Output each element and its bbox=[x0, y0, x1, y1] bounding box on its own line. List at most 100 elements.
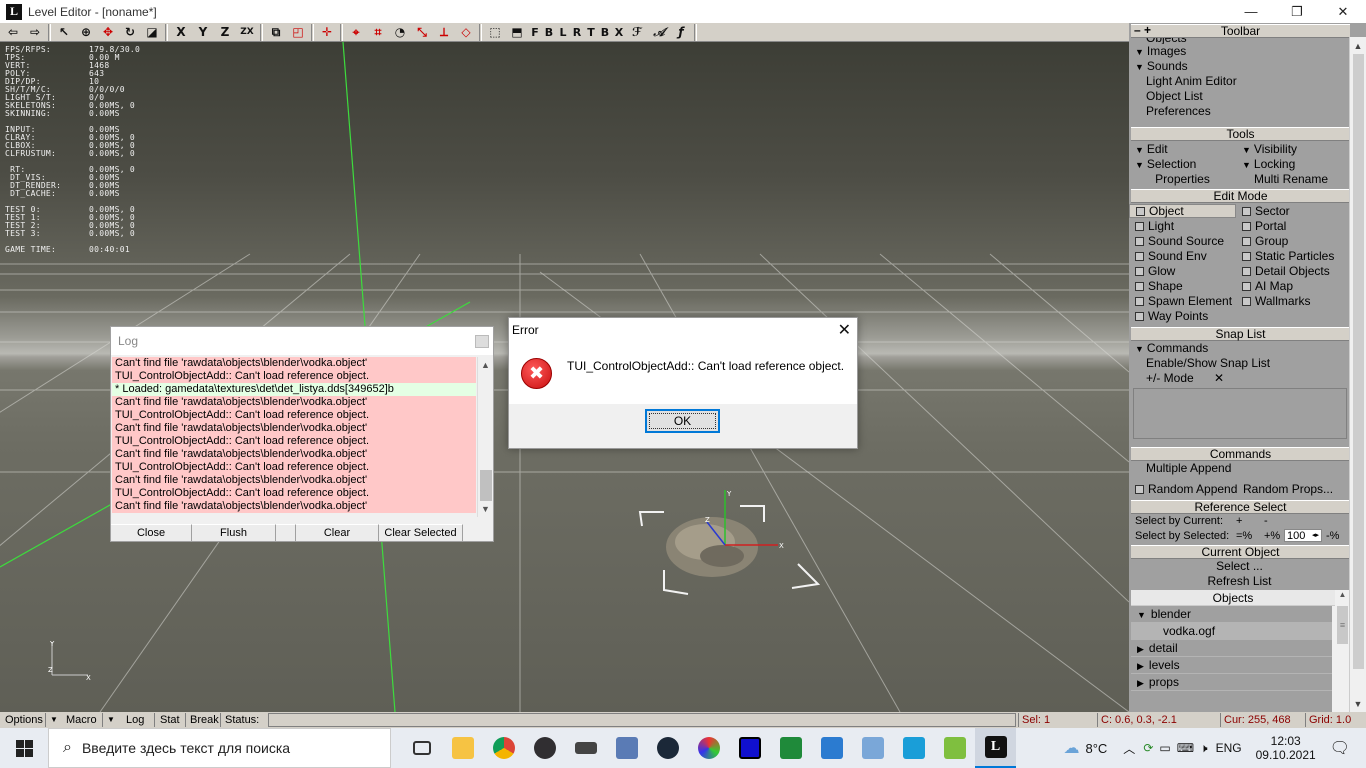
multiple-append-button[interactable]: Multiple Append bbox=[1129, 461, 1366, 476]
axis-x-button[interactable]: X bbox=[170, 24, 192, 41]
tree-node-detail[interactable]: ▶ detail bbox=[1131, 640, 1332, 657]
add-object-icon[interactable]: ⊕ bbox=[75, 24, 97, 41]
snap-normal-icon[interactable]: ⟂ bbox=[433, 24, 455, 41]
log-entry[interactable]: Can't find file 'rawdata\objects\blender… bbox=[112, 396, 476, 409]
log-entry[interactable]: Can't find file 'rawdata\objects\blender… bbox=[112, 357, 476, 370]
error-titlebar[interactable]: Error ✕ bbox=[509, 318, 857, 342]
options-dropdown-icon[interactable]: ▼ bbox=[47, 713, 61, 727]
level-editor-task-icon[interactable]: L bbox=[975, 728, 1016, 768]
magnifier-icon[interactable] bbox=[852, 728, 893, 768]
blue-app-icon[interactable] bbox=[729, 728, 770, 768]
scale-icon[interactable]: ◪ bbox=[141, 24, 163, 41]
log-close-button[interactable]: Close bbox=[111, 524, 192, 541]
objects-scrollbar[interactable]: ▲ ≡ bbox=[1335, 590, 1350, 712]
checkbox[interactable] bbox=[1242, 252, 1251, 261]
snap-enable-show[interactable]: Enable/Show Snap List bbox=[1129, 356, 1366, 371]
taskbar-search[interactable]: ⌕ Введите здесь текст для поиска bbox=[48, 728, 391, 768]
tree-node-props[interactable]: ▶ props bbox=[1131, 674, 1332, 691]
notification-icon[interactable]: 🗨 bbox=[1330, 738, 1350, 758]
commands-section-header[interactable]: Commands▼ bbox=[1131, 447, 1364, 461]
editmode-glow[interactable]: Glow bbox=[1129, 264, 1236, 279]
editmode-sector[interactable]: Sector bbox=[1236, 204, 1346, 219]
editmode-static-particles[interactable]: Static Particles bbox=[1236, 249, 1346, 264]
view-front-button[interactable]: F bbox=[528, 24, 542, 41]
toolbar-section-header[interactable]: – + Toolbar bbox=[1131, 23, 1350, 38]
break-button[interactable]: Break bbox=[187, 713, 221, 727]
refselect-section-header[interactable]: Reference Select▼ bbox=[1131, 500, 1364, 514]
render-wire-icon[interactable]: 𝒜 bbox=[648, 24, 670, 41]
select-minus-pct[interactable]: -% bbox=[1326, 529, 1339, 544]
error-close-icon[interactable]: ✕ bbox=[838, 320, 851, 340]
log-entry[interactable]: TUI_ControlObjectAdd:: Can't load refere… bbox=[112, 409, 476, 422]
steam-icon[interactable] bbox=[647, 728, 688, 768]
log-entry[interactable]: Can't find file 'rawdata\objects\blender… bbox=[112, 474, 476, 487]
toolbar-item-sounds[interactable]: ▼ Sounds bbox=[1129, 59, 1348, 74]
minimize-button[interactable]: — bbox=[1228, 0, 1274, 23]
close-window-button[interactable]: ✕ bbox=[1320, 0, 1366, 23]
snap-mode-button[interactable]: +/- Mode bbox=[1129, 371, 1214, 386]
undo-arrow-icon[interactable]: ⇦ bbox=[2, 24, 24, 41]
tray-chevron-icon[interactable]: ︿ bbox=[1123, 740, 1135, 757]
select-current-plus[interactable]: + bbox=[1236, 514, 1264, 529]
view-bottom-button[interactable]: B bbox=[598, 24, 612, 41]
checkbox[interactable] bbox=[1135, 282, 1144, 291]
scroll-up-icon[interactable]: ▲ bbox=[478, 357, 493, 373]
log-flush-button[interactable]: Flush bbox=[192, 524, 276, 541]
zoom-extents-icon[interactable]: ⬚ bbox=[484, 24, 506, 41]
log-entry[interactable]: Can't find file 'rawdata\objects\blender… bbox=[112, 448, 476, 461]
editmode-portal[interactable]: Portal bbox=[1236, 219, 1346, 234]
stepper-icon[interactable]: ◂▸ bbox=[1312, 530, 1319, 542]
toolbar-item-images[interactable]: ▼ Images bbox=[1129, 44, 1348, 59]
ok-button[interactable]: OK bbox=[645, 409, 720, 433]
nonuniform-scale-icon[interactable]: ◰ bbox=[287, 24, 309, 41]
csys-icon[interactable]: ⧉ bbox=[265, 24, 287, 41]
select-object-button[interactable]: Select ... bbox=[1129, 559, 1350, 574]
weather-cloud-icon[interactable]: ☁ bbox=[1063, 738, 1079, 758]
log-entry[interactable]: Can't find file 'rawdata\objects\blender… bbox=[112, 422, 476, 435]
tools-selection[interactable]: ▼ Selection bbox=[1129, 157, 1236, 172]
volume-icon[interactable]: 🕨 bbox=[1200, 741, 1208, 756]
language-indicator[interactable]: ENG bbox=[1216, 741, 1242, 755]
checkbox[interactable] bbox=[1135, 312, 1144, 321]
restore-button[interactable]: ❐ bbox=[1274, 0, 1320, 23]
editmode-ai-map[interactable]: AI Map bbox=[1236, 279, 1346, 294]
clock[interactable]: 12:03 09.10.2021 bbox=[1256, 734, 1316, 762]
checkbox[interactable] bbox=[1242, 237, 1251, 246]
log-entry[interactable]: TUI_ControlObjectAdd:: Can't load refere… bbox=[112, 487, 476, 500]
scroll-up-icon[interactable]: ▲ bbox=[1350, 37, 1366, 54]
editmode-wallmarks[interactable]: Wallmarks bbox=[1236, 294, 1346, 309]
tree-leaf[interactable]: vodka.ogf bbox=[1131, 623, 1332, 640]
scroll-thumb[interactable]: ≡ bbox=[1337, 606, 1348, 644]
editmode-sound-env[interactable]: Sound Env bbox=[1129, 249, 1236, 264]
view-right-button[interactable]: R bbox=[570, 24, 584, 41]
editmode-object[interactable]: Object bbox=[1129, 204, 1236, 218]
file-explorer-icon[interactable] bbox=[442, 728, 483, 768]
editmode-way-points[interactable]: Way Points bbox=[1129, 309, 1236, 324]
vscode-icon[interactable] bbox=[811, 728, 852, 768]
scroll-down-icon[interactable]: ▼ bbox=[1350, 695, 1366, 712]
refresh-list-button[interactable]: Refresh List bbox=[1129, 574, 1350, 589]
sheets-app-icon[interactable] bbox=[770, 728, 811, 768]
notepad-icon[interactable] bbox=[934, 728, 975, 768]
chrome-icon[interactable] bbox=[483, 728, 524, 768]
checkbox[interactable] bbox=[1135, 222, 1144, 231]
obs-icon[interactable] bbox=[524, 728, 565, 768]
checkbox[interactable] bbox=[1242, 222, 1251, 231]
checkbox[interactable] bbox=[1135, 297, 1144, 306]
log-entry[interactable]: * Loaded: gamedata\textures\det\det_list… bbox=[112, 383, 476, 396]
snap-clear-icon[interactable]: ✕ bbox=[1214, 371, 1224, 386]
tree-node-blender[interactable]: ▼ blender bbox=[1131, 606, 1332, 623]
view-left-button[interactable]: L bbox=[556, 24, 570, 41]
select-current-minus[interactable]: - bbox=[1264, 514, 1268, 529]
log-titlebar[interactable]: Log bbox=[111, 327, 493, 355]
log-entry[interactable]: TUI_ControlObjectAdd:: Can't load refere… bbox=[112, 435, 476, 448]
log-list[interactable]: Can't find file 'rawdata\objects\blender… bbox=[112, 357, 476, 517]
editmode-light[interactable]: Light bbox=[1129, 219, 1236, 234]
rotate-icon[interactable]: ↻ bbox=[119, 24, 141, 41]
start-button[interactable] bbox=[0, 728, 48, 768]
view-reset-button[interactable]: X bbox=[612, 24, 626, 41]
tools-multi-rename[interactable]: Multi Rename bbox=[1236, 172, 1346, 187]
update-icon[interactable]: ⟳ bbox=[1143, 741, 1153, 755]
log-entry[interactable]: TUI_ControlObjectAdd:: Can't load refere… bbox=[112, 370, 476, 383]
toolbar-item-preferences[interactable]: Preferences bbox=[1129, 104, 1348, 119]
